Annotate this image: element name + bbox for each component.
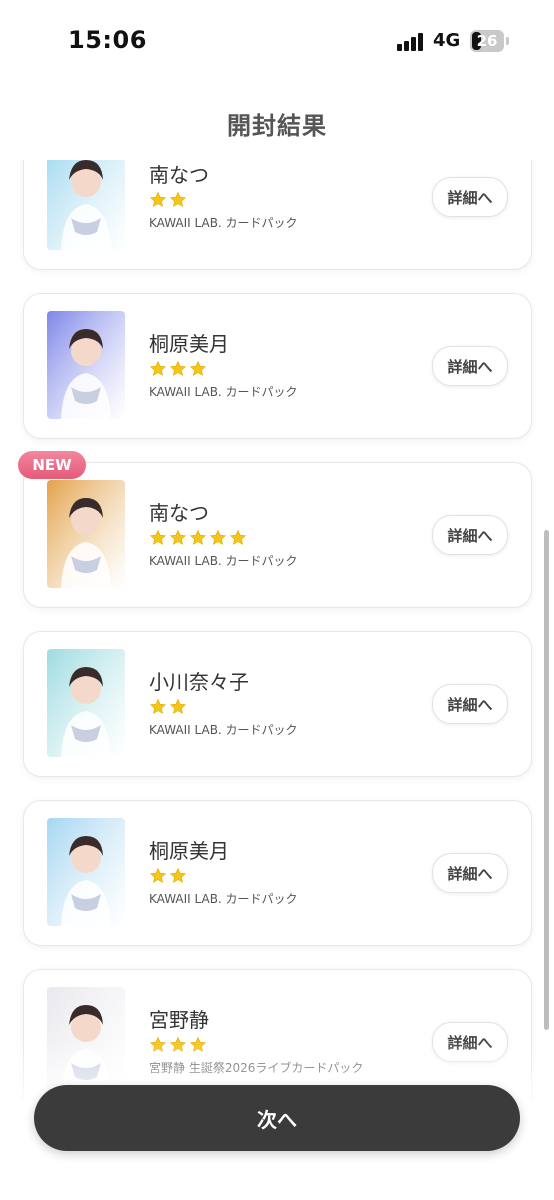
detail-button[interactable]: 詳細へ <box>432 684 508 724</box>
rarity-stars <box>149 191 187 209</box>
result-card: NEW 南なつ KAWAII LAB. カードパック 詳細へ <box>18 451 532 608</box>
card-pack-name: KAWAII LAB. カードパック <box>149 216 298 230</box>
detail-button[interactable]: 詳細へ <box>432 177 508 217</box>
status-time: 15:06 <box>68 26 147 54</box>
detail-button[interactable]: 詳細へ <box>432 515 508 555</box>
card-pack-name: KAWAII LAB. カードパック <box>149 554 298 568</box>
results-list[interactable]: 南なつ KAWAII LAB. カードパック 詳細へ 桐原美月 KAWAII LAB. … <box>0 160 554 1100</box>
card-thumbnail[interactable] <box>47 818 125 926</box>
result-card: 桐原美月 KAWAII LAB. カードパック 詳細へ <box>23 800 532 946</box>
signal-strength-icon <box>397 33 425 51</box>
star-icon <box>189 529 207 545</box>
card-thumbnail[interactable] <box>47 311 125 419</box>
card-name: 南なつ <box>149 501 209 525</box>
card-name: 桐原美月 <box>149 839 229 863</box>
star-icon <box>149 867 167 883</box>
star-icon <box>189 360 207 376</box>
battery-tip-icon <box>506 37 509 45</box>
battery-level: 26 <box>476 32 498 50</box>
card-pack-name: KAWAII LAB. カードパック <box>149 385 298 399</box>
detail-button[interactable]: 詳細へ <box>432 853 508 893</box>
next-button[interactable]: 次へ <box>34 1085 520 1151</box>
scrollbar[interactable] <box>544 530 549 1030</box>
rarity-stars <box>149 867 187 885</box>
result-card: 小川奈々子 KAWAII LAB. カードパック 詳細へ <box>23 631 532 777</box>
star-icon <box>149 360 167 376</box>
card-thumbnail[interactable] <box>47 480 125 588</box>
result-card: 桐原美月 KAWAII LAB. カードパック 詳細へ <box>23 293 532 439</box>
network-type: 4G <box>433 30 461 51</box>
star-icon <box>149 529 167 545</box>
card-pack-name: KAWAII LAB. カードパック <box>149 723 298 737</box>
star-icon <box>169 867 187 883</box>
card-name: 宮野静 <box>149 1008 209 1032</box>
card-name: 南なつ <box>149 163 209 187</box>
rarity-stars <box>149 698 187 716</box>
card-name: 小川奈々子 <box>149 670 249 694</box>
rarity-stars <box>149 360 207 378</box>
detail-button[interactable]: 詳細へ <box>432 346 508 386</box>
card-thumbnail[interactable] <box>47 649 125 757</box>
status-bar: 15:06 4G 26 <box>0 0 554 80</box>
result-card: 南なつ KAWAII LAB. カードパック 詳細へ <box>23 160 532 270</box>
screen: 15:06 4G 26 開封結果 南なつ KAWAII LAB. カードパック 詳細… <box>0 0 554 1200</box>
star-icon <box>169 191 187 207</box>
card-name: 桐原美月 <box>149 332 229 356</box>
star-icon <box>169 360 187 376</box>
star-icon <box>169 698 187 714</box>
star-icon <box>149 698 167 714</box>
rarity-stars <box>149 529 247 547</box>
card-pack-name: KAWAII LAB. カードパック <box>149 892 298 906</box>
new-badge: NEW <box>18 451 86 479</box>
card-thumbnail[interactable] <box>47 160 125 250</box>
battery-icon: 26 <box>470 30 504 52</box>
star-icon <box>229 529 247 545</box>
star-icon <box>169 529 187 545</box>
star-icon <box>209 529 227 545</box>
page-title: 開封結果 <box>227 112 327 140</box>
star-icon <box>149 191 167 207</box>
